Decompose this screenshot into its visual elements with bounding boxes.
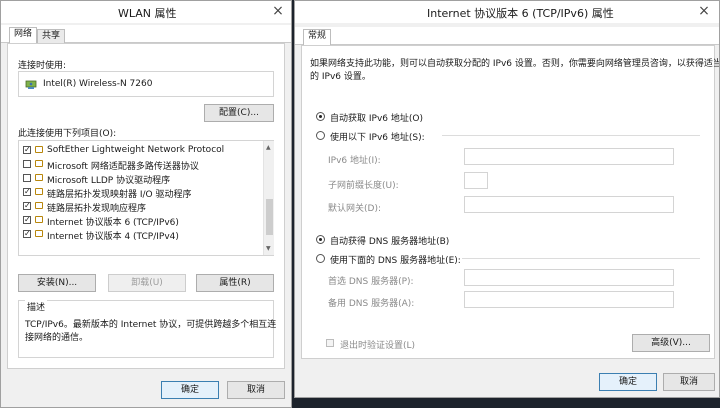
list-item[interactable]: 链路层拓扑发现响应程序: [19, 199, 263, 214]
manual-ipv6-label[interactable]: 使用以下 IPv6 地址(S):: [330, 130, 425, 143]
ipv6-group-divider: [442, 135, 700, 136]
properties-button[interactable]: 属性(R): [196, 274, 274, 292]
validate-checkbox[interactable]: [326, 339, 334, 347]
auto-dns-label[interactable]: 自动获得 DNS 服务器地址(B): [330, 234, 449, 247]
wlan-titlebar[interactable]: WLAN 属性 ×: [1, 1, 291, 23]
preferred-dns-input[interactable]: [464, 269, 674, 286]
adapter-box: Intel(R) Wireless-N 7260: [18, 71, 274, 97]
components-list: SoftEther Lightweight Network Protocol M…: [18, 140, 274, 256]
ipv6-properties-window: Internet 协议版本 6 (TCP/IPv6) 属性 × 常规 如果网络支…: [294, 0, 720, 398]
cancel-button[interactable]: 取消: [227, 381, 285, 399]
scroll-thumb[interactable]: [266, 199, 273, 235]
alternate-dns-input[interactable]: [464, 291, 674, 308]
uninstall-button[interactable]: 卸载(U): [108, 274, 186, 292]
wlan-tab-panel: 连接时使用: Intel(R) Wireless-N 7260 配置(C)...…: [7, 43, 285, 369]
component-checkbox[interactable]: [23, 146, 31, 154]
preferred-dns-label: 首选 DNS 服务器(P):: [328, 277, 414, 287]
advanced-button[interactable]: 高级(V)...: [632, 334, 710, 352]
wlan-tabbar: 网络 共享: [1, 25, 291, 44]
adapter-name: Intel(R) Wireless-N 7260: [43, 79, 153, 89]
list-scrollbar[interactable]: ▲ ▼: [263, 141, 274, 255]
description-title: 描述: [25, 300, 48, 313]
component-checkbox[interactable]: [23, 230, 31, 238]
description-line-2: 接网络的通信。: [25, 333, 89, 343]
intro-line-2: 的 IPv6 设置。: [310, 72, 371, 82]
ipv6-tabbar: 常规: [295, 27, 719, 46]
description-group: 描述 TCP/IPv6。最新版本的 Internet 协议，可提供跨越多个相互连…: [18, 300, 277, 358]
list-item[interactable]: SoftEther Lightweight Network Protocol: [19, 143, 263, 157]
protocol-icon: [35, 174, 43, 181]
close-icon[interactable]: ×: [691, 2, 717, 20]
scroll-up-icon[interactable]: ▲: [266, 144, 271, 151]
ipv6-tab-panel: 如果网络支持此功能，则可以自动获取分配的 IPv6 设置。否则，你需要向网络管理…: [301, 45, 719, 359]
tab-sharing[interactable]: 共享: [37, 29, 66, 44]
protocol-icon: [35, 188, 43, 195]
intro-line-1: 如果网络支持此功能，则可以自动获取分配的 IPv6 设置。否则，你需要向网络管理…: [310, 59, 720, 69]
protocol-icon: [35, 202, 43, 209]
close-icon[interactable]: ×: [265, 2, 291, 20]
wlan-properties-window: WLAN 属性 × 网络 共享 连接时使用: Intel(R) Wireless…: [0, 0, 292, 408]
list-item[interactable]: 链路层拓扑发现映射器 I/O 驱动程序: [19, 185, 263, 200]
cancel-button[interactable]: 取消: [663, 373, 715, 391]
ipv6-titlebar[interactable]: Internet 协议版本 6 (TCP/IPv6) 属性 ×: [295, 1, 719, 23]
alternate-dns-label: 备用 DNS 服务器(A):: [328, 299, 415, 309]
dns-group-divider: [462, 258, 700, 259]
scroll-down-icon[interactable]: ▼: [266, 245, 271, 252]
component-checkbox[interactable]: [23, 216, 31, 224]
prefix-length-input[interactable]: [464, 172, 488, 189]
list-item[interactable]: Internet 协议版本 4 (TCP/IPv4): [19, 227, 263, 242]
auto-ipv6-radio[interactable]: [316, 112, 325, 121]
component-label: Internet 协议版本 4 (TCP/IPv4): [47, 232, 179, 242]
ipv6-address-input[interactable]: [464, 148, 674, 165]
prefix-length-label: 子网前缀长度(U):: [328, 181, 399, 191]
tab-general[interactable]: 常规: [303, 29, 332, 46]
component-checkbox[interactable]: [23, 174, 31, 182]
items-label: 此连接使用下列项目(O):: [18, 129, 117, 139]
component-label: SoftEther Lightweight Network Protocol: [47, 145, 225, 155]
protocol-icon: [35, 160, 43, 167]
validate-label[interactable]: 退出时验证设置(L): [340, 338, 415, 351]
auto-ipv6-label[interactable]: 自动获取 IPv6 地址(O): [330, 111, 423, 124]
component-checkbox[interactable]: [23, 188, 31, 196]
connect-using-label: 连接时使用:: [18, 61, 67, 71]
ok-button[interactable]: 确定: [161, 381, 219, 399]
ipv6-address-label: IPv6 地址(I):: [328, 156, 381, 166]
install-button[interactable]: 安装(N)...: [18, 274, 96, 292]
protocol-icon: [35, 146, 43, 153]
wlan-window-title: WLAN 属性: [118, 7, 177, 20]
component-checkbox[interactable]: [23, 202, 31, 210]
component-checkbox[interactable]: [23, 160, 31, 168]
default-gateway-label: 默认网关(D):: [328, 204, 381, 214]
list-item[interactable]: Internet 协议版本 6 (TCP/IPv6): [19, 213, 263, 228]
protocol-icon: [35, 230, 43, 237]
ok-button[interactable]: 确定: [599, 373, 657, 391]
default-gateway-input[interactable]: [464, 196, 674, 213]
tab-network[interactable]: 网络: [9, 27, 38, 44]
protocol-icon: [35, 216, 43, 223]
manual-dns-label[interactable]: 使用下面的 DNS 服务器地址(E):: [330, 253, 461, 266]
ipv6-window-title: Internet 协议版本 6 (TCP/IPv6) 属性: [427, 7, 614, 20]
configure-button[interactable]: 配置(C)...: [204, 104, 274, 122]
manual-ipv6-radio[interactable]: [316, 131, 325, 140]
manual-dns-radio[interactable]: [316, 254, 325, 263]
list-item[interactable]: Microsoft LLDP 协议驱动程序: [19, 171, 263, 186]
description-line-1: TCP/IPv6。最新版本的 Internet 协议，可提供跨越多个相互连: [25, 320, 277, 330]
list-item[interactable]: Microsoft 网络适配器多路传送器协议: [19, 157, 263, 172]
auto-dns-radio[interactable]: [316, 235, 325, 244]
network-adapter-icon: [25, 78, 37, 90]
